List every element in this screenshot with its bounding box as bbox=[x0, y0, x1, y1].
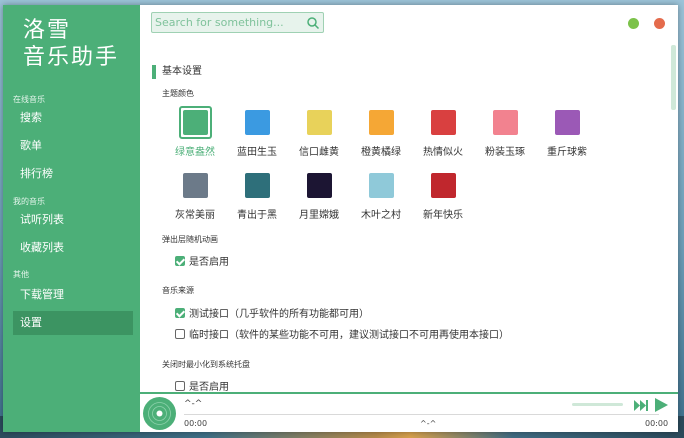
theme-color-label: 主题颜色 bbox=[162, 89, 194, 98]
selected-theme-frame bbox=[178, 106, 212, 139]
sidebar-item-downloads[interactable]: 下载管理 bbox=[13, 283, 133, 307]
search-input[interactable] bbox=[155, 14, 303, 31]
theme-swatch bbox=[306, 173, 332, 198]
section-basic-settings: 基本设置 bbox=[152, 65, 202, 79]
lyric-line: ^-^ bbox=[420, 419, 437, 428]
theme-name: 信口雌黄 bbox=[299, 147, 339, 158]
play-icon[interactable] bbox=[655, 398, 668, 412]
music-source-label: 音乐来源 bbox=[162, 286, 194, 295]
time-current: 00:00 bbox=[184, 419, 208, 428]
checkbox-unchecked-icon bbox=[175, 328, 185, 339]
scrollbar[interactable] bbox=[671, 45, 676, 110]
minimize-tray-label: 关闭时最小化到系统托盘 bbox=[162, 360, 250, 369]
checkbox-unchecked-icon bbox=[175, 380, 185, 391]
theme-option[interactable]: 粉装玉琢 bbox=[475, 110, 535, 158]
theme-swatch bbox=[182, 173, 208, 198]
app-logo: 洛雪 音乐助手 bbox=[23, 17, 119, 71]
logo-line-1: 洛雪 bbox=[23, 18, 72, 43]
theme-swatch bbox=[182, 110, 208, 135]
popup-animation-option: 是否启用 bbox=[189, 257, 229, 268]
theme-option[interactable]: 信口雌黄 bbox=[289, 110, 349, 158]
sidebar-item-favorites[interactable]: 收藏列表 bbox=[13, 236, 133, 260]
sidebar-item-settings[interactable]: 设置 bbox=[13, 311, 133, 335]
sidebar-item-search[interactable]: 搜索 bbox=[13, 106, 133, 130]
theme-swatch bbox=[368, 110, 394, 135]
minimize-tray-checkbox[interactable]: 是否启用 bbox=[175, 378, 229, 393]
theme-swatch bbox=[430, 173, 456, 198]
app-window: 洛雪 音乐助手 在线音乐 搜索 歌单 排行榜 我的音乐 试听列表 收藏列表 其他… bbox=[3, 5, 678, 432]
theme-swatch bbox=[554, 110, 580, 135]
player-bar: ^-^ 00:00 ^-^ 00:00 bbox=[140, 392, 678, 432]
music-source-temp-api[interactable]: 临时接口（软件的某些功能不可用，建议测试接口不可用再使用本接口） bbox=[175, 326, 509, 341]
main-content: 基本设置 主题颜色 绿意盎然 蓝田生玉 信口雌黄 橙黄橘绿 热情似火 粉装玉琢 重斤球紫灰常… bbox=[140, 5, 678, 393]
sidebar-section-online: 在线音乐 bbox=[13, 95, 45, 104]
theme-name: 重斤球紫 bbox=[547, 147, 587, 158]
theme-name: 蓝田生玉 bbox=[237, 147, 277, 158]
music-source-test-api[interactable]: 测试接口（几乎软件的所有功能都可用） bbox=[175, 305, 369, 320]
sidebar-section-my-music: 我的音乐 bbox=[13, 197, 45, 206]
search-box bbox=[151, 12, 324, 33]
theme-name: 青出于黑 bbox=[237, 210, 277, 221]
checkbox-checked-icon bbox=[175, 307, 185, 318]
theme-name: 月里嫦娥 bbox=[299, 210, 339, 221]
theme-name: 橙黄橘绿 bbox=[361, 147, 401, 158]
sidebar-section-other: 其他 bbox=[13, 270, 29, 279]
theme-option[interactable]: 木叶之村 bbox=[351, 173, 411, 221]
theme-swatch bbox=[368, 173, 394, 198]
theme-option[interactable]: 月里嫦娥 bbox=[289, 173, 349, 221]
theme-option[interactable]: 灰常美丽 bbox=[165, 173, 225, 221]
popup-animation-label: 弹出层随机动画 bbox=[162, 235, 218, 244]
theme-swatch bbox=[244, 110, 270, 135]
theme-name: 热情似火 bbox=[423, 147, 463, 158]
theme-option[interactable]: 橙黄橘绿 bbox=[351, 110, 411, 158]
song-title: ^-^ bbox=[184, 399, 203, 409]
theme-option[interactable]: 绿意盎然 bbox=[165, 106, 225, 158]
progress-bar[interactable] bbox=[184, 414, 659, 415]
theme-swatch bbox=[492, 110, 518, 135]
theme-name: 粉装玉琢 bbox=[485, 147, 525, 158]
sidebar-item-trial-list[interactable]: 试听列表 bbox=[13, 208, 133, 232]
theme-option[interactable]: 青出于黑 bbox=[227, 173, 287, 221]
popup-animation-checkbox[interactable]: 是否启用 bbox=[175, 253, 229, 268]
theme-option[interactable]: 新年快乐 bbox=[413, 173, 473, 221]
sidebar-item-charts[interactable]: 排行榜 bbox=[13, 162, 133, 186]
theme-swatch bbox=[306, 110, 332, 135]
theme-option[interactable]: 蓝田生玉 bbox=[227, 110, 287, 158]
theme-option[interactable]: 热情似火 bbox=[413, 110, 473, 158]
theme-swatch bbox=[244, 173, 270, 198]
theme-name: 新年快乐 bbox=[423, 210, 463, 221]
time-total: 00:00 bbox=[645, 419, 669, 428]
minimize-button[interactable] bbox=[628, 18, 639, 29]
logo-line-2: 音乐助手 bbox=[23, 45, 120, 70]
sidebar-item-playlists[interactable]: 歌单 bbox=[13, 134, 133, 158]
minimize-tray-option: 是否启用 bbox=[189, 382, 229, 393]
temp-api-text: 临时接口（软件的某些功能不可用，建议测试接口不可用再使用本接口） bbox=[189, 330, 509, 341]
volume-slider[interactable] bbox=[572, 403, 623, 406]
theme-option[interactable]: 重斤球紫 bbox=[537, 110, 597, 158]
test-api-text: 测试接口（几乎软件的所有功能都可用） bbox=[189, 309, 369, 320]
album-disc-icon[interactable] bbox=[143, 397, 176, 430]
theme-swatch bbox=[430, 110, 456, 135]
theme-name: 灰常美丽 bbox=[175, 210, 215, 221]
theme-name: 木叶之村 bbox=[361, 210, 401, 221]
checkbox-checked-icon bbox=[175, 255, 185, 266]
close-button[interactable] bbox=[654, 18, 665, 29]
search-icon[interactable] bbox=[306, 16, 320, 30]
next-track-icon[interactable] bbox=[634, 400, 648, 411]
theme-name: 绿意盎然 bbox=[175, 147, 215, 158]
sidebar: 洛雪 音乐助手 在线音乐 搜索 歌单 排行榜 我的音乐 试听列表 收藏列表 其他… bbox=[3, 5, 140, 432]
